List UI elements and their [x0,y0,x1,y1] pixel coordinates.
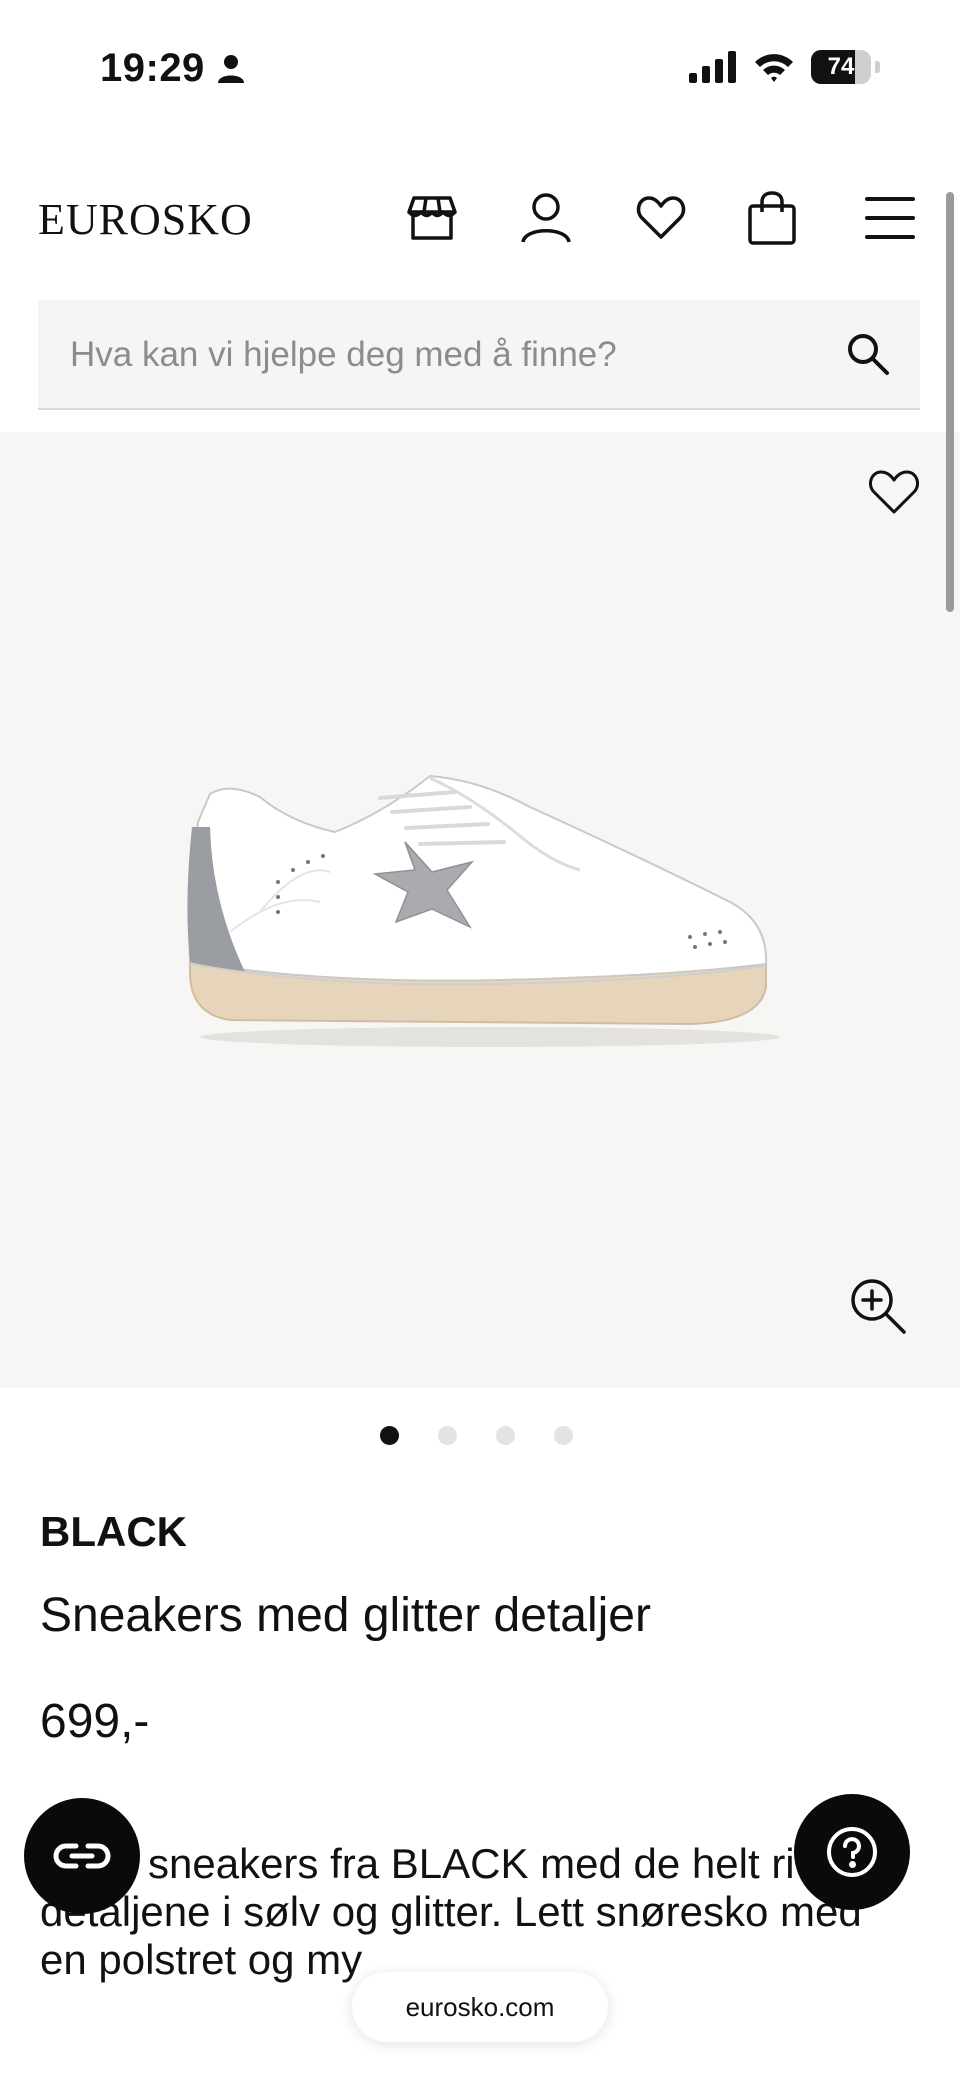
wifi-icon [755,54,793,82]
person-icon [217,54,244,83]
carousel-dot[interactable] [554,1426,573,1445]
status-time-text: 19:29 [100,46,205,90]
help-icon [827,1827,877,1877]
status-bar: 19:29 74 [0,0,960,140]
account-icon[interactable] [518,190,574,246]
battery-percent: 74 [827,53,855,80]
search-bar [38,300,920,410]
status-icons: 74 [689,50,880,84]
heart-icon[interactable] [633,190,689,246]
product-brand[interactable]: BLACK [40,1508,187,1556]
compare-button[interactable] [24,1798,140,1914]
cellular-signal-icon [689,51,736,83]
carousel-dot[interactable] [438,1426,457,1445]
scrollbar[interactable] [946,192,954,612]
product-description: sneakers fra BLACK med de helt ri detalj… [40,1840,920,1984]
store-icon[interactable] [404,190,460,246]
battery-indicator: 74 [811,50,871,84]
menu-icon[interactable] [862,190,918,246]
help-button[interactable] [794,1794,910,1910]
logo[interactable]: EUROSKO [38,194,253,245]
link-icon [53,1843,111,1869]
search-icon[interactable] [844,330,892,378]
status-time: 19:29 [100,46,245,91]
carousel-dots [380,1426,573,1445]
description-text: sneakers fra BLACK med de helt ri detalj… [40,1840,862,1983]
product-title: Sneakers med glitter detaljer [40,1589,651,1642]
product-image-gallery[interactable] [0,432,960,1388]
browser-url-bar[interactable]: eurosko.com [352,1972,608,2042]
zoom-in-icon[interactable] [846,1274,910,1338]
product-image-sneaker [187,774,780,1047]
site-header: EUROSKO [0,170,960,265]
shopping-bag-icon[interactable] [744,190,800,246]
product-price: 699,- [40,1695,150,1748]
battery-tip [875,61,880,73]
carousel-dot[interactable] [380,1426,399,1445]
search-input[interactable] [68,300,832,410]
favorite-heart-icon[interactable] [864,462,924,522]
carousel-dot[interactable] [496,1426,515,1445]
